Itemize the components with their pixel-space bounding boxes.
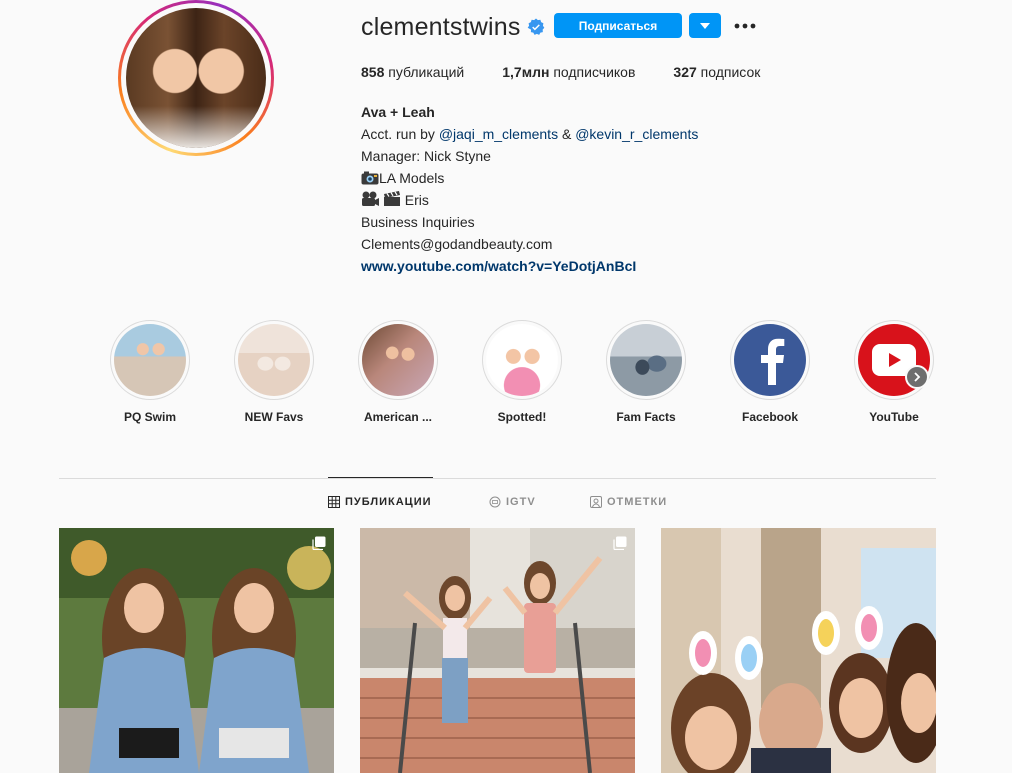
multiple-posts-icon xyxy=(613,536,627,550)
highlight-thumbnail xyxy=(610,324,682,396)
highlight-label: NEW Favs xyxy=(244,410,304,424)
bio-name: Ava + Leah xyxy=(361,104,435,120)
facebook-icon xyxy=(761,338,785,385)
post-tile[interactable] xyxy=(59,528,334,773)
highlight-thumbnail xyxy=(734,324,806,396)
bio-acct-line: Acct. run by @jaqi_m_clements & @kevin_r… xyxy=(361,123,861,145)
multiple-posts-icon xyxy=(312,536,326,550)
highlight-thumbnail xyxy=(486,324,558,396)
highlight-ring xyxy=(606,320,686,400)
highlights-next-button[interactable] xyxy=(905,365,929,389)
highlight-label: Fam Facts xyxy=(616,410,676,424)
bio-amp: & xyxy=(561,126,572,142)
highlight-new-favs[interactable]: NEW Favs xyxy=(224,320,324,424)
tagged-icon xyxy=(590,496,602,508)
clapper-board-icon xyxy=(383,191,400,206)
bio-email: Clements@godandbeauty.com xyxy=(361,236,553,252)
highlight-ring xyxy=(482,320,562,400)
tab-igtv-label: IGTV xyxy=(506,496,536,508)
highlight-thumbnail xyxy=(238,324,310,396)
profile-tabs: ПУБЛИКАЦИИ IGTV ОТМЕТКИ xyxy=(0,496,1012,512)
highlight-ring xyxy=(234,320,314,400)
posts-count: 858 xyxy=(361,64,385,80)
followers-stat[interactable]: 1,7млн подписчиков xyxy=(502,64,635,80)
highlight-ring xyxy=(854,320,934,400)
bio-mention-jaqi[interactable]: @jaqi_m_clements xyxy=(439,126,558,142)
bio-business: Business Inquiries xyxy=(361,214,475,230)
tab-igtv[interactable]: IGTV xyxy=(489,496,536,508)
followers-count: 1,7млн xyxy=(502,64,550,80)
igtv-icon xyxy=(489,496,501,508)
posts-stat: 858 публикаций xyxy=(361,64,464,80)
bio-la-models-line: LA Models xyxy=(361,167,861,189)
followers-label: подписчиков xyxy=(553,64,636,80)
chevron-down-icon xyxy=(700,22,710,29)
verified-badge-icon xyxy=(527,18,544,35)
highlight-ring xyxy=(730,320,810,400)
bio-eris-line: Eris xyxy=(361,189,861,211)
bio-website-link[interactable]: www.youtube.com/watch?v=YeDotjAnBcI xyxy=(361,255,861,277)
more-dots-icon xyxy=(734,23,756,28)
profile-header: clementstwins xyxy=(361,12,545,42)
suggested-dropdown-button[interactable] xyxy=(689,13,721,38)
profile-username: clementstwins xyxy=(361,12,521,41)
highlight-pq-swim[interactable]: PQ Swim xyxy=(100,320,200,424)
highlight-label: Facebook xyxy=(741,410,798,424)
movie-camera-icon xyxy=(362,191,379,206)
bio-la-models: LA Models xyxy=(379,170,445,186)
highlight-label: Spotted! xyxy=(497,410,547,424)
post-image xyxy=(661,528,936,773)
tabs-divider xyxy=(59,478,936,479)
highlight-ring xyxy=(110,320,190,400)
highlight-ring xyxy=(358,320,438,400)
highlight-label: PQ Swim xyxy=(123,410,176,424)
tab-posts-label: ПУБЛИКАЦИИ xyxy=(345,496,432,508)
highlight-spotted[interactable]: Spotted! xyxy=(472,320,572,424)
bio-eris: Eris xyxy=(404,192,429,208)
highlight-label: American ... xyxy=(363,410,433,424)
highlight-thumbnail xyxy=(114,324,186,396)
bio-manager: Manager: Nick Styne xyxy=(361,148,491,164)
highlight-fam-facts[interactable]: Fam Facts xyxy=(596,320,696,424)
tab-tagged-label: ОТМЕТКИ xyxy=(607,496,668,508)
bio-acct-prefix: Acct. run by xyxy=(361,126,435,142)
more-options-button[interactable] xyxy=(732,13,758,38)
follow-button[interactable]: Подписаться xyxy=(554,13,682,38)
highlight-facebook[interactable]: Facebook xyxy=(720,320,820,424)
tab-tagged[interactable]: ОТМЕТКИ xyxy=(590,496,667,508)
profile-stats: 858 публикаций 1,7млн подписчиков 327 по… xyxy=(361,64,798,80)
highlight-thumbnail xyxy=(362,324,434,396)
highlight-youtube[interactable]: YouTube xyxy=(844,320,944,424)
chevron-right-icon xyxy=(914,372,921,382)
post-image xyxy=(59,528,334,773)
tab-posts[interactable]: ПУБЛИКАЦИИ xyxy=(328,496,432,508)
avatar-photo xyxy=(126,8,266,148)
following-label: подписок xyxy=(700,64,761,80)
following-count: 327 xyxy=(673,64,697,80)
post-image xyxy=(360,528,635,773)
post-tile[interactable] xyxy=(661,528,936,773)
camera-icon xyxy=(361,171,379,185)
profile-bio: Ava + Leah Acct. run by @jaqi_m_clements… xyxy=(361,101,861,277)
grid-icon xyxy=(328,496,340,508)
bio-mention-kevin[interactable]: @kevin_r_clements xyxy=(575,126,698,142)
active-tab-indicator xyxy=(328,477,433,478)
following-stat[interactable]: 327 подписок xyxy=(673,64,760,80)
profile-avatar[interactable] xyxy=(118,0,274,156)
highlight-american[interactable]: American ... xyxy=(348,320,448,424)
post-tile[interactable] xyxy=(360,528,635,773)
posts-label: публикаций xyxy=(388,64,465,80)
highlight-label: YouTube xyxy=(869,410,919,424)
